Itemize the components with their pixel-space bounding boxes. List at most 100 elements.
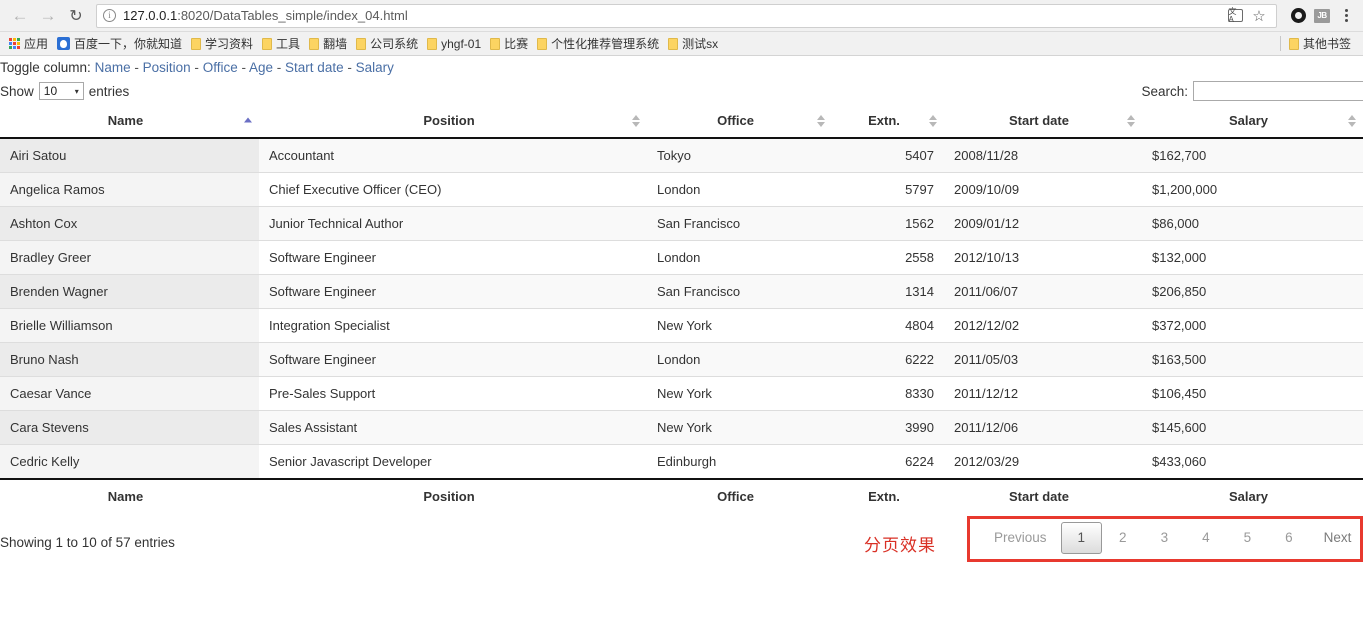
pagination-page-6[interactable]: 6 bbox=[1268, 525, 1310, 551]
cell-salary: $372,000 bbox=[1142, 308, 1363, 343]
cell-salary: $163,500 bbox=[1142, 342, 1363, 377]
cell-extn: 5407 bbox=[832, 137, 944, 173]
sort-both-icon bbox=[1127, 114, 1135, 127]
bookmark-label: 学习资料 bbox=[205, 36, 254, 51]
cell-salary: $206,850 bbox=[1142, 274, 1363, 309]
pagination-next[interactable]: Next bbox=[1310, 525, 1363, 551]
cell-office: San Francisco bbox=[647, 274, 832, 309]
bookmark-other-bookmarks[interactable]: 其他书签 bbox=[1286, 36, 1357, 52]
bookmark-contest[interactable]: 比赛 bbox=[487, 36, 534, 52]
site-info-icon[interactable]: i bbox=[103, 9, 116, 22]
jb-extension-icon[interactable]: JB bbox=[1311, 5, 1333, 27]
bookmark-study-materials[interactable]: 学习资料 bbox=[188, 36, 259, 52]
cell-salary: $132,000 bbox=[1142, 240, 1363, 275]
column-header-label: Start date bbox=[1009, 113, 1069, 128]
toggle-column-name[interactable]: Name bbox=[95, 60, 131, 75]
column-header-position[interactable]: Position bbox=[259, 104, 647, 139]
column-header-office[interactable]: Office bbox=[647, 104, 832, 139]
apps-grid-icon bbox=[9, 38, 20, 49]
table-bottom-bar: Showing 1 to 10 of 57 entries 分页效果 Previ… bbox=[0, 513, 1363, 571]
bookmark-vpn[interactable]: 翻墙 bbox=[306, 36, 353, 52]
cell-office: New York bbox=[647, 410, 832, 445]
ring-extension-icon[interactable] bbox=[1287, 5, 1309, 27]
toggle-column-age[interactable]: Age bbox=[249, 60, 273, 75]
cell-position: Accountant bbox=[259, 137, 647, 173]
pagination-page-4[interactable]: 4 bbox=[1185, 525, 1227, 551]
table-info: Showing 1 to 10 of 57 entries bbox=[0, 534, 175, 550]
folder-icon bbox=[191, 37, 202, 50]
pagination: Previous 1 2 3 4 5 6 Next bbox=[980, 521, 1363, 555]
cell-start-date: 2012/12/02 bbox=[944, 308, 1142, 343]
cell-salary: $1,200,000 bbox=[1142, 172, 1363, 207]
cell-name: Bruno Nash bbox=[0, 342, 259, 377]
bookmark-apps[interactable]: 应用 bbox=[6, 36, 54, 52]
cell-position: Software Engineer bbox=[259, 274, 647, 309]
bookmark-recommend-system[interactable]: 个性化推荐管理系统 bbox=[534, 36, 665, 52]
cell-extn: 1562 bbox=[832, 206, 944, 241]
table-row: Bradley Greer Software Engineer London 2558… bbox=[0, 240, 1363, 275]
cell-position: Software Engineer bbox=[259, 240, 647, 275]
column-header-salary[interactable]: Salary bbox=[1142, 104, 1363, 139]
pagination-page-5[interactable]: 5 bbox=[1227, 525, 1269, 551]
cell-extn: 8330 bbox=[832, 376, 944, 411]
bookmark-test-sx[interactable]: 测试sx bbox=[665, 36, 724, 52]
column-header-name[interactable]: Name bbox=[0, 104, 259, 139]
toggle-column-label: Toggle column: bbox=[0, 60, 91, 75]
address-bar[interactable]: i 127.0.0.1:8020/DataTables_simple/index… bbox=[96, 3, 1277, 28]
pagination-page-1[interactable]: 1 bbox=[1060, 522, 1103, 554]
cell-position: Senior Javascript Developer bbox=[259, 444, 647, 479]
cell-office: London bbox=[647, 342, 832, 377]
bookmark-yhgf-01[interactable]: yhgf-01 bbox=[424, 36, 487, 52]
footer-label-salary: Salary bbox=[1142, 478, 1363, 513]
bookmark-tools[interactable]: 工具 bbox=[259, 36, 306, 52]
cell-name: Airi Satou bbox=[0, 137, 259, 173]
toggle-column-start-date[interactable]: Start date bbox=[285, 60, 344, 75]
table-row: Brielle Williamson Integration Specialist… bbox=[0, 308, 1363, 343]
toggle-column-salary[interactable]: Salary bbox=[356, 60, 394, 75]
bookmark-label: 工具 bbox=[276, 36, 301, 51]
entries-length-select[interactable]: 10 ▾ bbox=[38, 82, 84, 100]
bookmark-star-icon[interactable]: ☆ bbox=[1248, 5, 1270, 27]
cell-start-date: 2011/12/12 bbox=[944, 376, 1142, 411]
entries-label: entries bbox=[88, 83, 130, 99]
cell-start-date: 2011/06/07 bbox=[944, 274, 1142, 309]
column-header-start-date[interactable]: Start date bbox=[944, 104, 1142, 139]
cell-name: Brenden Wagner bbox=[0, 274, 259, 309]
back-arrow-icon[interactable]: ← bbox=[6, 2, 34, 30]
table-footer-row: Name Position Office Extn. Start date Sa… bbox=[0, 478, 1363, 513]
pagination-page-2[interactable]: 2 bbox=[1102, 525, 1144, 551]
cell-position: Sales Assistant bbox=[259, 410, 647, 445]
cell-name: Bradley Greer bbox=[0, 240, 259, 275]
column-header-label: Position bbox=[423, 113, 475, 128]
page-content: Toggle column: Name - Position - Office … bbox=[0, 56, 1363, 627]
entries-length-value: 10 bbox=[43, 84, 58, 98]
cell-salary: $433,060 bbox=[1142, 444, 1363, 479]
pagination-previous[interactable]: Previous bbox=[980, 525, 1061, 551]
bookmarks-bar: 应用 百度一下，你就知道 学习资料 工具 翻墙 公司系统 yhgf-01 比赛 … bbox=[0, 32, 1363, 56]
cell-office: Tokyo bbox=[647, 137, 832, 173]
sort-both-icon bbox=[929, 114, 937, 127]
folder-icon bbox=[668, 37, 679, 50]
table-row: Cedric Kelly Senior Javascript Developer E… bbox=[0, 444, 1363, 479]
cell-name: Angelica Ramos bbox=[0, 172, 259, 207]
column-header-label: Name bbox=[107, 113, 144, 128]
bookmark-baidu[interactable]: 百度一下，你就知道 bbox=[54, 35, 188, 52]
toggle-column-position[interactable]: Position bbox=[143, 60, 191, 75]
reload-icon[interactable]: ↻ bbox=[62, 2, 90, 30]
cell-salary: $145,600 bbox=[1142, 410, 1363, 445]
bookmark-label: 测试sx bbox=[682, 36, 719, 51]
toggle-separator: - bbox=[241, 60, 246, 75]
translate-icon[interactable]: 文A bbox=[1224, 5, 1246, 27]
pagination-page-3[interactable]: 3 bbox=[1144, 525, 1186, 551]
bookmark-label: 翻墙 bbox=[323, 36, 348, 51]
forward-arrow-icon[interactable]: → bbox=[34, 2, 62, 30]
bookmark-company-system[interactable]: 公司系统 bbox=[353, 36, 424, 52]
three-dot-menu-icon[interactable] bbox=[1335, 5, 1357, 27]
cell-extn: 4804 bbox=[832, 308, 944, 343]
toggle-column-office[interactable]: Office bbox=[203, 60, 238, 75]
cell-office: San Francisco bbox=[647, 206, 832, 241]
column-header-extn[interactable]: Extn. bbox=[832, 104, 944, 139]
table-controls: Show 10 ▾ entries Search: bbox=[0, 77, 1363, 102]
search-input[interactable] bbox=[1193, 81, 1363, 101]
footer-label-extn: Extn. bbox=[832, 478, 944, 513]
